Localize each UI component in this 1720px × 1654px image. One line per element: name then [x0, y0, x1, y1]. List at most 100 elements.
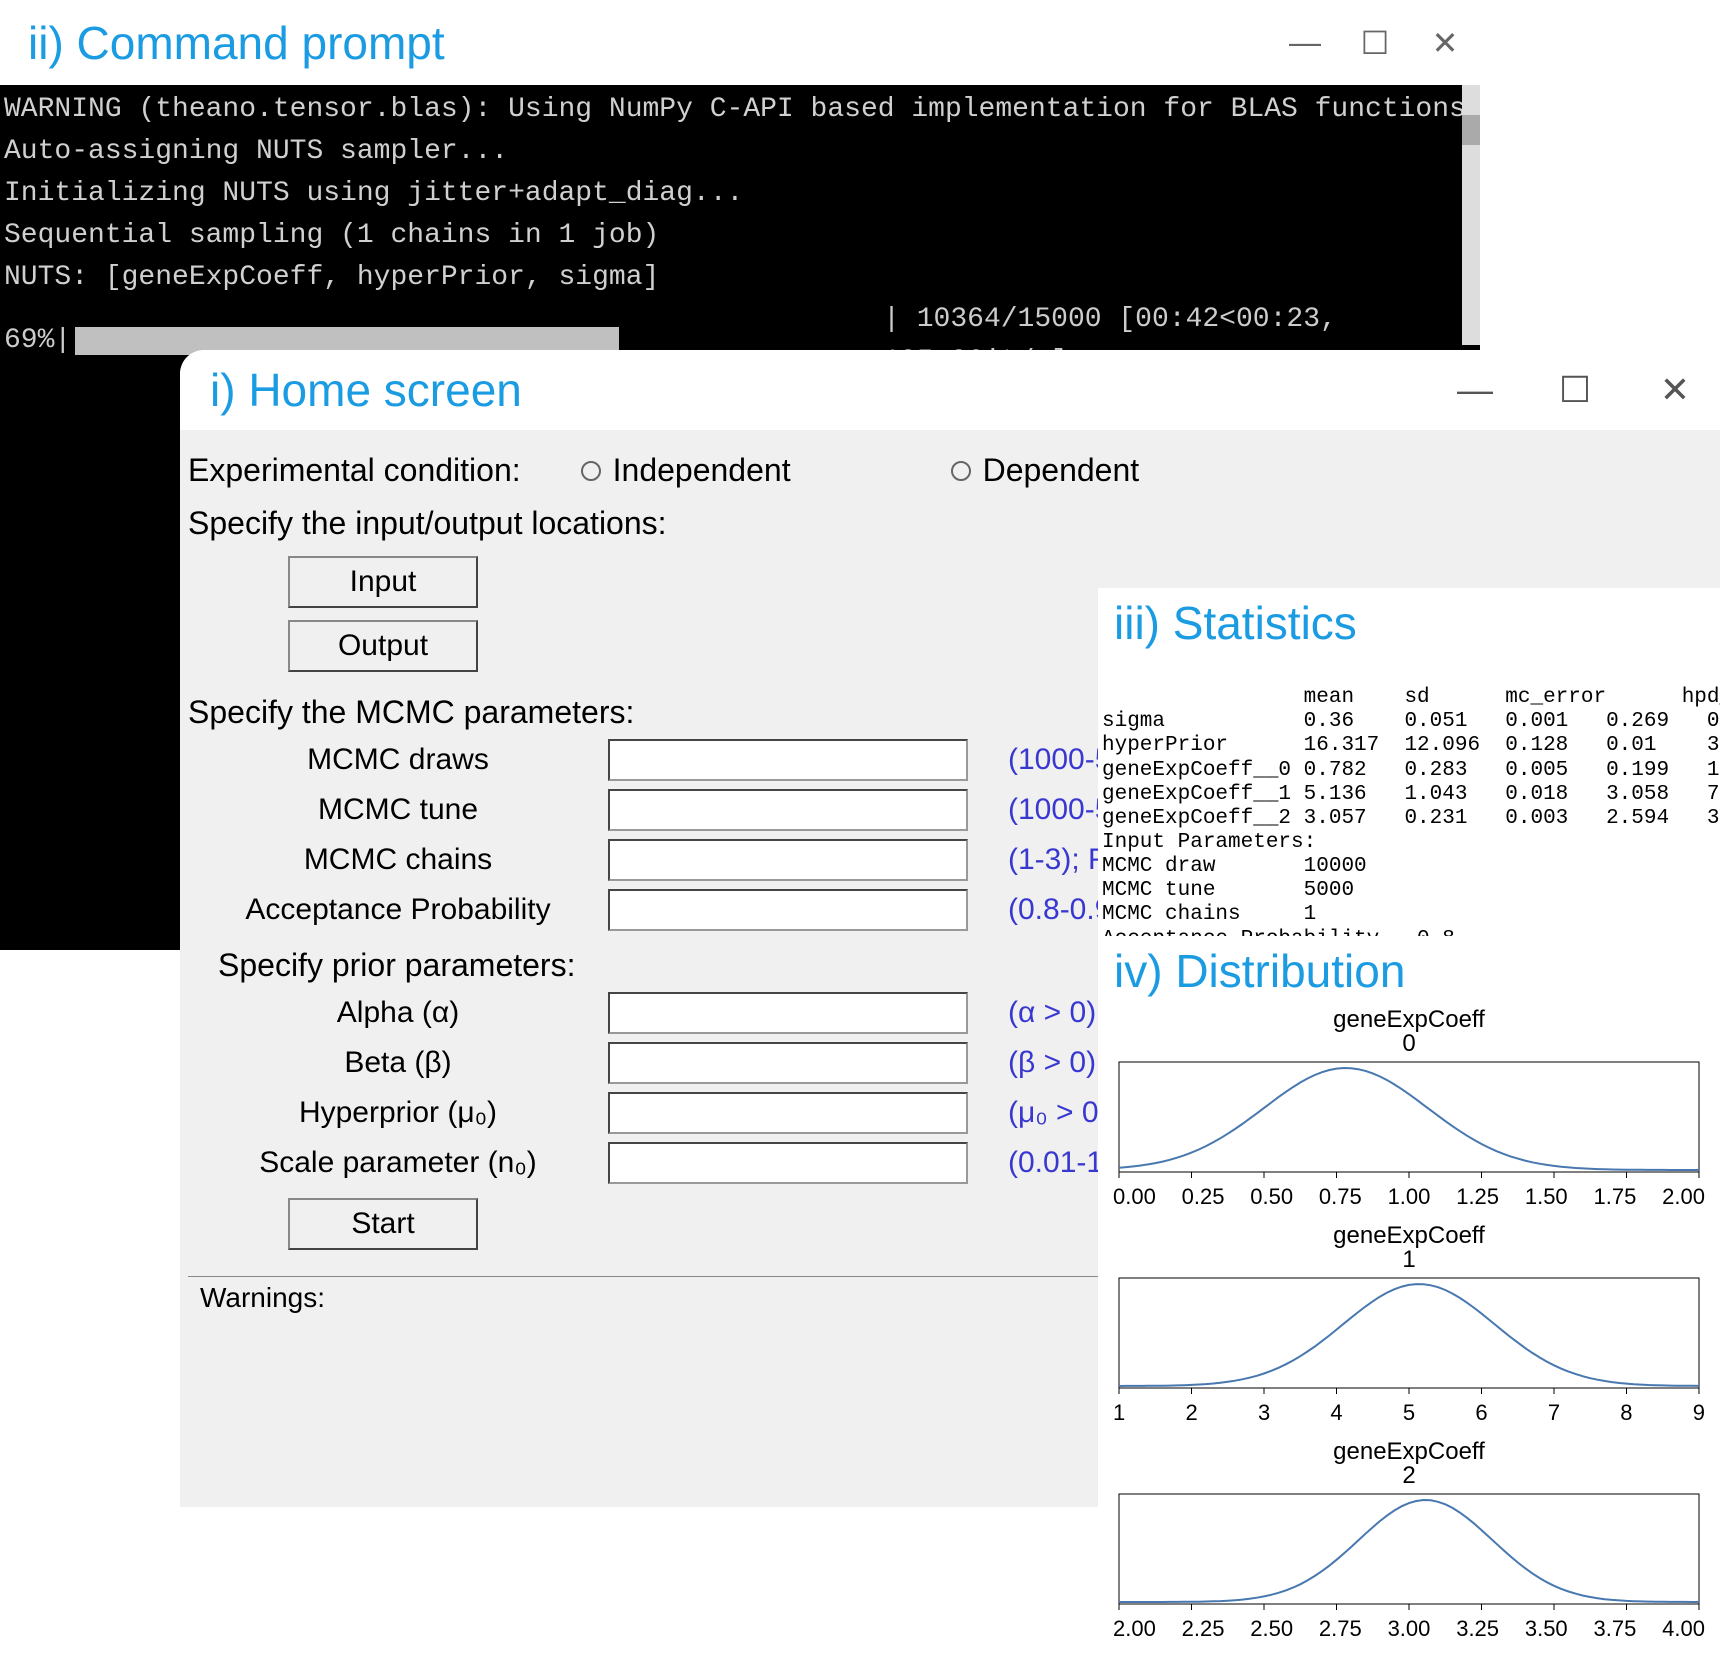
home-panel-label: i) Home screen — [210, 363, 522, 417]
tick-label: 4.00 — [1662, 1616, 1705, 1642]
tick-label: 3 — [1258, 1400, 1270, 1426]
chart-subtitle: 1 — [1098, 1246, 1720, 1274]
alpha-hint: (α > 0); — [1008, 996, 1105, 1030]
tick-label: 2.00 — [1662, 1184, 1705, 1210]
tick-label: 6 — [1475, 1400, 1487, 1426]
tick-label: 2.25 — [1182, 1616, 1225, 1642]
tick-label: 3.75 — [1593, 1616, 1636, 1642]
stats-row: geneExpCoeff__0 0.782 0.283 0.005 0.199 … — [1102, 759, 1720, 782]
tick-label: 2.50 — [1250, 1616, 1293, 1642]
mcmc-draws-hint: (1000-5 — [1008, 743, 1111, 777]
alpha-label: Alpha (α) — [188, 996, 608, 1030]
acceptance-prob-label: Acceptance Probability — [188, 893, 608, 927]
tick-label: 8 — [1620, 1400, 1632, 1426]
start-button[interactable]: Start — [288, 1198, 478, 1250]
stats-row: sigma 0.36 0.051 0.001 0.269 0.46 — [1102, 710, 1720, 733]
statistics-panel: iii) Statistics mean sd mc_error hpd_2.5… — [1098, 588, 1720, 980]
distribution-chart-2: geneExpCoeff 2 2.002.252.502.753.003.253… — [1098, 1438, 1720, 1642]
chart-svg — [1109, 1276, 1709, 1398]
hyperprior-input[interactable] — [608, 1092, 968, 1134]
tick-label: 3.50 — [1525, 1616, 1568, 1642]
tick-label: 0.00 — [1113, 1184, 1156, 1210]
minimize-icon[interactable]: — — [1290, 28, 1320, 58]
cmd-line: Auto-assigning NUTS sampler... — [4, 131, 1458, 173]
tick-label: 0.50 — [1250, 1184, 1293, 1210]
tick-label: 5 — [1403, 1400, 1415, 1426]
mcmc-chains-hint: (1-3); F — [1008, 843, 1106, 877]
minimize-icon[interactable]: — — [1460, 375, 1490, 405]
mcmc-tune-label: MCMC tune — [188, 793, 608, 827]
progress-percent: 69% — [4, 320, 54, 362]
maximize-icon[interactable]: ☐ — [1360, 28, 1390, 58]
mcmc-draws-label: MCMC draws — [188, 743, 608, 777]
distribution-panel: iv) Distribution geneExpCoeff 0 0.000.25… — [1098, 936, 1720, 1654]
chart-subtitle: 0 — [1098, 1030, 1720, 1058]
input-params-label: Input Parameters: — [1102, 831, 1316, 854]
input-button[interactable]: Input — [288, 556, 478, 608]
cmd-scrollbar-thumb[interactable] — [1462, 115, 1480, 145]
chart-xticks: 2.00 2.25 2.50 2.75 3.00 3.25 3.50 3.75 4.00 — [1109, 1614, 1709, 1642]
chart-svg — [1109, 1060, 1709, 1182]
tick-label: 3.00 — [1388, 1616, 1431, 1642]
close-icon[interactable]: ✕ — [1660, 375, 1690, 405]
mcmc-tune-input[interactable] — [608, 789, 968, 831]
warnings-label: Warnings: — [196, 1282, 329, 1314]
input-param-row: MCMC chains 1 — [1102, 903, 1316, 926]
mcmc-draws-input[interactable] — [608, 739, 968, 781]
cmd-panel-label: ii) Command prompt — [28, 16, 445, 70]
mcmc-tune-hint: (1000-5 — [1008, 793, 1111, 827]
stats-output: mean sd mc_error hpd_2.5 hpd_97.5 sigma … — [1098, 658, 1720, 980]
stats-row: geneExpCoeff__2 3.057 0.231 0.003 2.594 … — [1102, 807, 1720, 830]
home-window-controls: — ☐ ✕ — [1460, 375, 1690, 405]
tick-label: 0.75 — [1319, 1184, 1362, 1210]
chart-xticks: 0.000.250.500.751.001.251.501.752.00 — [1109, 1182, 1709, 1210]
tick-label: 2.75 — [1319, 1616, 1362, 1642]
scale-param-input[interactable] — [608, 1142, 968, 1184]
beta-hint: (β > 0); — [1008, 1046, 1104, 1080]
tick-label: 1.50 — [1525, 1184, 1568, 1210]
cmd-line: NUTS: [geneExpCoeff, hyperPrior, sigma] — [4, 257, 1458, 299]
hyperprior-label: Hyperprior (μ₀) — [188, 1096, 608, 1130]
stats-row: geneExpCoeff__1 5.136 1.043 0.018 3.058 … — [1102, 783, 1720, 806]
cmd-window-controls: — ☐ ✕ — [1290, 28, 1460, 58]
cmd-titlebar: ii) Command prompt — ☐ ✕ — [0, 0, 1480, 85]
close-icon[interactable]: ✕ — [1430, 28, 1460, 58]
stats-header: mean sd mc_error hpd_2.5 hpd_97.5 — [1102, 686, 1720, 709]
tick-label: 1.75 — [1593, 1184, 1636, 1210]
radio-dependent[interactable] — [951, 461, 971, 481]
tick-label: 1.25 — [1456, 1184, 1499, 1210]
maximize-icon[interactable]: ☐ — [1560, 375, 1590, 405]
input-param-row: MCMC draw 10000 — [1102, 855, 1367, 878]
input-param-row: MCMC tune 5000 — [1102, 879, 1354, 902]
acceptance-prob-input[interactable] — [608, 889, 968, 931]
distribution-chart-0: geneExpCoeff 0 0.000.250.500.751.001.251… — [1098, 1006, 1720, 1210]
home-titlebar: i) Home screen — ☐ ✕ — [180, 350, 1720, 430]
chart-svg — [1109, 1492, 1709, 1614]
cmd-line: Sequential sampling (1 chains in 1 job) — [4, 215, 1458, 257]
dist-panel-label: iv) Distribution — [1098, 936, 1720, 1006]
cmd-line: WARNING (theano.tensor.blas): Using NumP… — [4, 89, 1458, 131]
radio-independent[interactable] — [581, 461, 601, 481]
tick-label: 2 — [1185, 1400, 1197, 1426]
scale-param-hint: (0.01-1 — [1008, 1146, 1103, 1180]
radio-independent-label: Independent — [613, 452, 791, 489]
alpha-input[interactable] — [608, 992, 968, 1034]
tick-label: 1.00 — [1388, 1184, 1431, 1210]
tick-label: 7 — [1548, 1400, 1560, 1426]
distribution-chart-1: geneExpCoeff 1 123456789 — [1098, 1222, 1720, 1426]
tick-label: 4 — [1330, 1400, 1342, 1426]
beta-label: Beta (β) — [188, 1046, 608, 1080]
output-button[interactable]: Output — [288, 620, 478, 672]
beta-input[interactable] — [608, 1042, 968, 1084]
io-section-label: Specify the input/output locations: — [188, 505, 1712, 542]
tick-label: 2.00 — [1113, 1616, 1156, 1642]
mcmc-chains-label: MCMC chains — [188, 843, 608, 877]
tick-label: 3.25 — [1456, 1616, 1499, 1642]
acceptance-prob-hint: (0.8-0.9 — [1008, 893, 1111, 927]
mcmc-chains-input[interactable] — [608, 839, 968, 881]
tick-label: 1 — [1113, 1400, 1125, 1426]
chart-subtitle: 2 — [1098, 1462, 1720, 1490]
cmd-line: Initializing NUTS using jitter+adapt_dia… — [4, 173, 1458, 215]
tick-label: 9 — [1693, 1400, 1705, 1426]
chart-xticks: 1 2 3 4 5 6 7 8 9 — [1109, 1398, 1709, 1426]
